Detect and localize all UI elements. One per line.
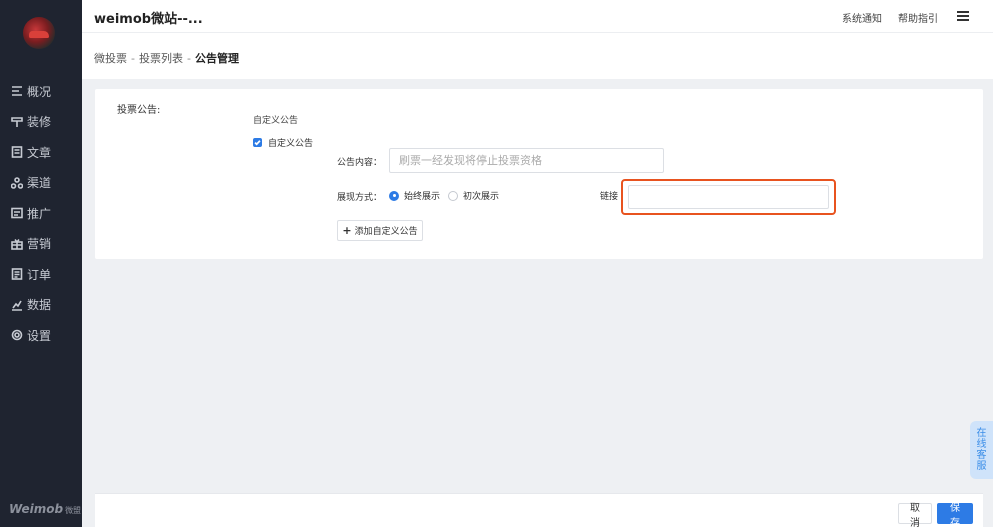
radio-always-label: 始终展示 xyxy=(404,192,441,202)
radio-selected-icon[interactable] xyxy=(389,190,399,201)
sidebar-item-promote[interactable]: 推广 xyxy=(0,198,82,229)
breadcrumb-bar: 微投票 - 投票列表 - 公告管理 xyxy=(82,33,993,79)
custom-notice-heading: 自定义公告 xyxy=(253,116,299,126)
channel-icon xyxy=(11,176,23,189)
marketing-icon xyxy=(11,238,23,250)
promote-icon xyxy=(11,207,23,219)
content-label: 公告内容： xyxy=(337,158,383,168)
save-button[interactable]: 保存 xyxy=(937,503,973,527)
brand-logo: Weimob 微盟 xyxy=(9,502,82,516)
system-notice-link[interactable]: 系统通知 xyxy=(842,10,882,25)
menu-icon[interactable] xyxy=(957,11,969,21)
sidebar-item-label: 订单 xyxy=(27,267,52,282)
radio-first-show[interactable]: 初次展示 xyxy=(448,189,499,202)
link-input[interactable] xyxy=(628,185,829,209)
breadcrumb: 微投票 - 投票列表 - 公告管理 xyxy=(94,52,239,65)
radio-always-show[interactable]: 始终展示 xyxy=(389,189,440,202)
sidebar-item-order[interactable]: 订单 xyxy=(0,259,82,290)
sidebar-item-label: 设置 xyxy=(27,328,52,343)
app-title: weimob微站--... xyxy=(94,12,203,27)
help-guide-link[interactable]: 帮助指引 xyxy=(898,10,938,25)
sidebar-item-label: 推广 xyxy=(27,206,52,221)
sidebar-item-channel[interactable]: 渠道 xyxy=(0,168,82,199)
article-icon xyxy=(11,146,23,159)
sidebar-item-label: 装修 xyxy=(27,115,52,130)
notice-form-card: 投票公告: 自定义公告 自定义公告 公告内容： 展现方式： 始终展示 初次展示 … xyxy=(95,89,983,259)
cancel-button[interactable]: 取消 xyxy=(898,503,932,527)
add-custom-notice-button[interactable]: + 添加自定义公告 xyxy=(337,220,423,241)
sidebar-item-label: 营销 xyxy=(27,237,52,252)
sidebar-item-label: 数据 xyxy=(27,298,52,313)
sidebar-item-marketing[interactable]: 营销 xyxy=(0,229,82,260)
sidebar-item-decorate[interactable]: 装修 xyxy=(0,107,82,138)
breadcrumb-vote-list[interactable]: 投票列表 xyxy=(139,52,183,65)
top-header: weimob微站--... 系统通知 帮助指引 xyxy=(82,0,993,33)
overview-icon xyxy=(11,85,23,97)
decorate-icon xyxy=(11,116,23,128)
sidebar-item-overview[interactable]: 概况 xyxy=(0,76,82,107)
link-label: 链接 xyxy=(600,192,619,202)
plus-icon: + xyxy=(342,224,352,237)
section-label: 投票公告: xyxy=(117,105,161,116)
custom-notice-checkbox[interactable]: 自定义公告 xyxy=(253,136,313,149)
order-icon xyxy=(11,268,23,281)
checkbox-checked-icon[interactable] xyxy=(253,138,262,147)
sidebar-item-label: 文章 xyxy=(27,145,52,160)
notice-content-input[interactable] xyxy=(389,148,664,173)
data-icon xyxy=(11,299,23,311)
checkbox-label: 自定义公告 xyxy=(268,139,314,149)
breadcrumb-current: 公告管理 xyxy=(194,52,239,65)
display-mode-label: 展现方式： xyxy=(337,193,383,203)
online-service-tab[interactable]: 在线客服 xyxy=(970,421,993,479)
sidebar-nav: 概况 装修 文章 渠道 推广 营销 订单 数据 设置 xyxy=(0,76,82,351)
breadcrumb-vote[interactable]: 微投票 xyxy=(94,52,127,65)
sidebar-item-article[interactable]: 文章 xyxy=(0,137,82,168)
sidebar-item-label: 渠道 xyxy=(27,176,52,191)
add-button-label: 添加自定义公告 xyxy=(354,227,418,237)
sidebar-item-label: 概况 xyxy=(27,84,52,99)
sidebar: 概况 装修 文章 渠道 推广 营销 订单 数据 设置 Weimob 微盟 xyxy=(0,0,82,527)
sidebar-item-settings[interactable]: 设置 xyxy=(0,320,82,351)
radio-unselected-icon[interactable] xyxy=(448,190,458,201)
settings-icon xyxy=(11,329,23,341)
sidebar-item-data[interactable]: 数据 xyxy=(0,290,82,321)
avatar[interactable] xyxy=(23,17,55,49)
footer-action-bar: 取消 保存 xyxy=(95,493,983,527)
radio-first-label: 初次展示 xyxy=(463,192,500,202)
